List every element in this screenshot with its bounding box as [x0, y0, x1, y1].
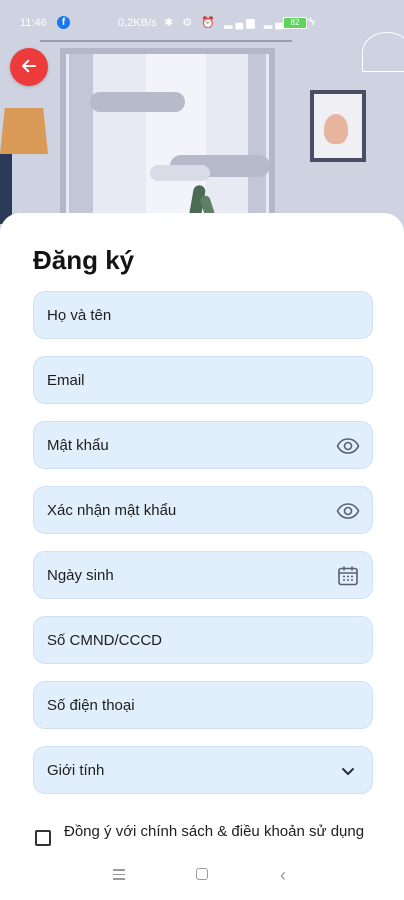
confirm-password-placeholder: Xác nhận mật khẩu [47, 502, 177, 519]
back-button[interactable] [10, 48, 48, 86]
id-number-field[interactable]: Số CMND/CCCD [33, 616, 373, 664]
terms-checkbox[interactable] [35, 830, 51, 846]
chevron-down-icon [342, 768, 354, 775]
home-icon[interactable] [196, 868, 208, 880]
page-title: Đăng ký [33, 245, 135, 275]
email-placeholder: Email [47, 372, 85, 389]
picture-frame-illustration [310, 90, 366, 162]
system-back-icon[interactable]: ‹ [280, 865, 286, 886]
calendar-icon[interactable] [336, 564, 360, 588]
password-field[interactable]: Mật khẩu [33, 421, 373, 469]
gender-select[interactable]: Giới tính [33, 746, 373, 794]
eye-icon[interactable] [336, 434, 360, 458]
password-placeholder: Mật khẩu [47, 437, 109, 454]
curtain-rod-illustration [40, 40, 292, 42]
lamp-stand-illustration [0, 154, 12, 224]
network-speed: 0,2KB/s [118, 17, 157, 29]
cloud-illustration [90, 92, 185, 112]
eye-icon[interactable] [336, 499, 360, 523]
status-bar: 11:46 f 0,2KB/s ✱ ⚙ ⏰ ▂▄▆ ▂▄▆ ◠ 82 ϟ [0, 0, 404, 40]
id-number-placeholder: Số CMND/CCCD [47, 632, 163, 649]
recent-apps-icon[interactable] [113, 869, 125, 883]
phone-field[interactable]: Số điện thoại [33, 681, 373, 729]
window-illustration [60, 48, 275, 228]
charging-icon: ϟ [309, 16, 315, 28]
phone-placeholder: Số điện thoại [47, 697, 135, 714]
cloud-illustration [150, 165, 210, 181]
battery-icon: 82 [283, 17, 307, 29]
lamp-illustration [0, 108, 48, 154]
confirm-password-field[interactable]: Xác nhận mật khẩu [33, 486, 373, 534]
full-name-field[interactable]: Họ và tên [33, 291, 373, 339]
facebook-icon: f [57, 16, 70, 29]
gender-placeholder: Giới tính [47, 762, 105, 779]
arrow-left-icon [22, 59, 36, 73]
full-name-placeholder: Họ và tên [47, 307, 112, 324]
email-field[interactable]: Email [33, 356, 373, 404]
birthday-placeholder: Ngày sinh [47, 567, 114, 584]
birthday-field[interactable]: Ngày sinh [33, 551, 373, 599]
terms-label[interactable]: Đồng ý với chính sách & điều khoản sử dụ… [64, 822, 374, 841]
system-navigation-bar: ‹ [0, 852, 404, 900]
status-time: 11:46 [20, 17, 47, 29]
